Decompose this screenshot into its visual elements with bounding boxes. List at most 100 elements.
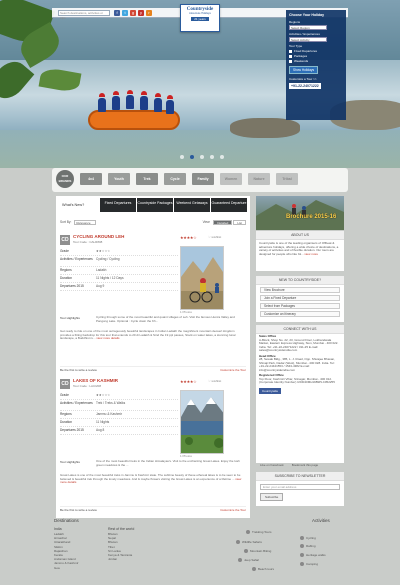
select-packages-link[interactable]: Select from Packages <box>260 303 340 309</box>
view-label: View: <box>202 220 211 224</box>
brochure-title: Brochure 2015-16 <box>286 214 337 220</box>
activity-icon <box>244 549 248 553</box>
like-facebook-link[interactable]: Like on Facebook <box>260 463 284 471</box>
wishlist-link[interactable]: ♡ wishlist <box>208 235 221 239</box>
new-to-heading: NEW TO COUNTRYSIDE? <box>256 276 344 285</box>
view-list-button[interactable]: List <box>233 219 246 225</box>
trip-photo[interactable] <box>180 246 224 310</box>
customize-tour-link[interactable]: Customize a Tour >> <box>289 77 343 81</box>
about-view-more-link[interactable]: view more <box>304 252 318 256</box>
logo-sub: Adventure Holidays <box>189 12 211 15</box>
slider-dot-active[interactable] <box>190 155 194 159</box>
trip-card: CD Lakes of Kashmir Tour Code : LACI208 … <box>58 378 248 518</box>
customize-itinerary-link[interactable]: Customize an Itinerary <box>260 311 340 317</box>
subscribe-button[interactable]: Subscribe <box>260 493 284 501</box>
tour-type-packages[interactable]: Packages <box>289 54 343 58</box>
customize-tour-link[interactable]: Customize the Tour <box>220 508 246 512</box>
write-review-link[interactable]: Be the first to write a review <box>60 508 97 512</box>
youtube-icon[interactable]: y <box>138 10 144 16</box>
about-us-box: ABOUT US Countryside is one of the leadi… <box>256 231 344 271</box>
customize-tour-link[interactable]: Customize the Tour <box>220 368 246 372</box>
india-destinations: Ladakh Himachal Uttarakhand Sikkim Rajas… <box>54 532 79 570</box>
world-destinations: Bhutan Nepal Bhutan Tibet Sri Lanka Keny… <box>108 532 132 561</box>
choose-title: Choose Your Holiday <box>289 13 325 17</box>
rating-stars: ★★★★☆ <box>180 379 197 384</box>
facebook-page-button[interactable]: Countryside <box>259 387 282 394</box>
activity-icon <box>236 540 240 544</box>
brand-logo[interactable]: 4x4 <box>80 173 102 185</box>
trip-description: Get ready to ride on one of the most out… <box>60 329 236 341</box>
activity-icon <box>238 558 242 562</box>
tab-fixed-departures[interactable]: Fixed Departures <box>100 198 136 212</box>
tab-guaranteed-departure[interactable]: Guaranteed Departure <box>211 198 247 212</box>
show-holidays-button[interactable]: Show Holidays <box>289 66 319 74</box>
sort-select[interactable]: Relevance <box>74 219 97 225</box>
rss-icon[interactable]: r <box>146 10 152 16</box>
newsletter-email-input[interactable]: Enter your email address <box>260 484 340 490</box>
activity-link[interactable]: Beach tours <box>252 567 274 571</box>
checkbox-icon[interactable] <box>289 59 292 63</box>
like-row: Like on Facebook Bookmark this page <box>256 463 344 471</box>
about-us-text: Countryside is one of the leading organi… <box>259 241 339 257</box>
slider-dot[interactable] <box>200 155 204 159</box>
checkbox-icon[interactable] <box>289 49 292 53</box>
facebook-icon[interactable]: f <box>114 10 120 16</box>
trip-title[interactable]: Cycling around Leh <box>73 234 124 239</box>
tab-weekend-getaways[interactable]: Weekend Getaways <box>174 198 210 212</box>
view-more-link[interactable]: view more details <box>96 336 119 340</box>
trip-photo[interactable] <box>180 390 224 454</box>
brand-logo[interactable]: Family <box>192 173 214 185</box>
activity-link[interactable]: Camping <box>300 562 318 566</box>
photo-count: 1 Photos <box>180 454 192 458</box>
brand-logo[interactable]: Tribal <box>276 173 298 185</box>
tour-type-fixed[interactable]: Fixed Departures <box>289 49 343 53</box>
destinations-heading: Destinations <box>54 518 79 523</box>
twitter-icon[interactable]: t <box>122 10 128 16</box>
activity-link[interactable]: Trekking Tours <box>246 530 272 534</box>
brand-logo[interactable]: Cycle <box>164 173 186 185</box>
brand-logo[interactable]: Youth <box>108 173 130 185</box>
activity-link[interactable]: Rafting <box>300 544 316 548</box>
trip-footer: Be the first to write a review Customize… <box>60 506 246 512</box>
bookmark-link[interactable]: Bookmark this page <box>292 463 319 471</box>
slider-dot[interactable] <box>220 155 224 159</box>
activity-link[interactable]: Mountain Biking <box>244 549 271 553</box>
join-fixed-departure-link[interactable]: Join a Fixed Departure <box>260 295 340 301</box>
brochure-banner[interactable]: Brochure 2015-16 <box>256 196 344 230</box>
activity-link[interactable]: Jeep Safari <box>238 558 259 562</box>
view-brochure-link[interactable]: View Brochure <box>260 287 340 293</box>
destination-link[interactable]: Jordan <box>108 557 132 561</box>
brands-label: OUR BRANDS <box>56 170 74 188</box>
google-plus-icon[interactable]: g <box>130 10 136 16</box>
activity-link[interactable]: Wildlife Safaris <box>236 540 262 544</box>
write-review-link[interactable]: Be the first to write a review <box>60 368 97 372</box>
rating-stars: ★★★★☆ <box>180 235 197 240</box>
destination-link[interactable]: Jammu & Kashmir <box>54 561 79 565</box>
brand-logo[interactable]: Trek <box>136 173 158 185</box>
activities-label: Activities / Experiences <box>289 32 320 36</box>
wishlist-link[interactable]: ♡ wishlist <box>208 379 221 383</box>
new-to-countryside-box: NEW TO COUNTRYSIDE? View Brochure Join a… <box>256 276 344 322</box>
tab-countryside-packages[interactable]: Countryside Packages <box>137 198 173 212</box>
region-select[interactable]: Select Region <box>289 25 327 30</box>
brand-logo[interactable]: Women <box>220 173 242 185</box>
site-logo[interactable]: Countryside Adventure Holidays 21 years <box>180 4 220 32</box>
slider-dot[interactable] <box>210 155 214 159</box>
tour-type-weekends[interactable]: Weekends <box>289 59 343 63</box>
activity-icon <box>246 530 250 534</box>
trip-title[interactable]: Lakes of Kashmir <box>73 378 118 383</box>
search-input[interactable]: Search destinations, activities or trips <box>58 10 110 20</box>
office-address: Sales Office A-Block, Shop No. 22, 23, Gr… <box>259 334 339 352</box>
slider-dot[interactable] <box>180 155 184 159</box>
view-detailed-button[interactable]: Detailed <box>213 219 233 225</box>
checkbox-icon[interactable] <box>289 54 292 58</box>
activity-link[interactable]: Heritage walks <box>300 553 326 557</box>
trip-description: Great Lakes is one of the most beautiful… <box>60 473 242 485</box>
tour-highlights: Tour Highlights One of the most beautifu… <box>60 459 240 467</box>
destination-link[interactable]: Goa <box>54 566 79 570</box>
newsletter-box: SUBSCRIBE TO NEWSLETTER Enter your email… <box>256 472 344 506</box>
whats-new-heading: What's New? <box>62 203 85 207</box>
brand-logo[interactable]: Nature <box>248 173 270 185</box>
activity-link[interactable]: Cycling <box>300 536 316 540</box>
activity-select[interactable]: Select Activity <box>289 37 327 42</box>
